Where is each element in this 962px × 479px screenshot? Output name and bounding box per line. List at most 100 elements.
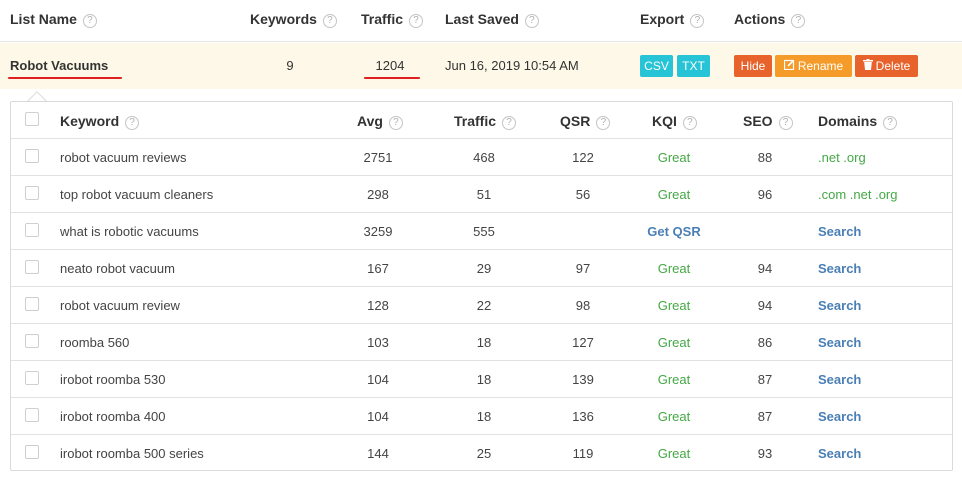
question-circle-icon[interactable]: ? — [322, 14, 337, 28]
row-seo: 88 — [757, 150, 773, 165]
question-circle-icon[interactable]: ? — [125, 116, 140, 130]
select-all-checkbox[interactable] — [25, 112, 39, 126]
question-circle-icon[interactable]: ? — [883, 116, 898, 130]
domains-search-link[interactable]: Search — [818, 335, 861, 350]
delete-button[interactable]: Delete — [855, 55, 918, 77]
domains-search-link[interactable]: Search — [818, 224, 861, 239]
col-traffic-label: Traffic — [454, 113, 497, 129]
keyword-list-row[interactable]: Robot Vacuums 9 1204 Jun 16, 2019 10:54 … — [0, 43, 962, 89]
domains-search-link[interactable]: Search — [818, 409, 861, 424]
question-circle-icon[interactable]: ? — [682, 116, 697, 130]
row-keyword: irobot roomba 400 — [60, 409, 166, 424]
question-circle-icon[interactable]: ? — [524, 14, 539, 28]
row-avg: 104 — [367, 372, 389, 387]
question-circle-icon[interactable]: ? — [502, 116, 517, 130]
list-keyword-count: 9 — [286, 58, 294, 73]
domains-search-link[interactable]: Search — [818, 446, 861, 461]
export-csv-button[interactable]: CSV — [640, 55, 673, 77]
domains-search-link[interactable]: Search — [818, 298, 861, 313]
row-seo: 86 — [757, 335, 773, 350]
table-row[interactable]: irobot roomba 500 series 144 25 119 Great 93 S… — [11, 435, 952, 472]
row-checkbox[interactable] — [25, 334, 39, 348]
trash-icon — [862, 56, 873, 78]
header-list-name: List Name? — [10, 11, 97, 28]
row-qsr: 136 — [572, 409, 594, 424]
col-seo-label: SEO — [743, 113, 773, 129]
col-keyword: Keyword? — [60, 113, 140, 130]
row-traffic: 25 — [476, 446, 492, 461]
col-domains-label: Domains — [818, 113, 878, 129]
list-name-underline — [8, 77, 122, 79]
domains-search-link[interactable]: Search — [818, 372, 861, 387]
row-qsr: 139 — [572, 372, 594, 387]
table-row[interactable]: neato robot vacuum 167 29 97 Great 94 Search — [11, 250, 952, 287]
header-actions: Actions? — [734, 11, 806, 28]
list-last-saved: Jun 16, 2019 10:54 AM — [445, 58, 579, 73]
row-avg: 167 — [367, 261, 389, 276]
row-kqi: Great — [657, 335, 691, 350]
table-row[interactable]: robot vacuum reviews 2751 468 122 Great 88 .ne… — [11, 139, 952, 176]
row-checkbox[interactable] — [25, 408, 39, 422]
question-circle-icon[interactable]: ? — [82, 14, 97, 28]
traffic-underline — [364, 77, 420, 79]
col-qsr: QSR? — [560, 113, 611, 130]
col-traffic: Traffic? — [454, 113, 517, 130]
get-qsr-link[interactable]: Get QSR — [647, 224, 700, 239]
table-row[interactable]: irobot roomba 530 104 18 139 Great 87 Search — [11, 361, 952, 398]
table-row[interactable]: roomba 560 103 18 127 Great 86 Search — [11, 324, 952, 361]
row-avg: 103 — [367, 335, 389, 350]
question-circle-icon[interactable]: ? — [778, 116, 793, 130]
question-circle-icon[interactable]: ? — [596, 116, 611, 130]
col-qsr-label: QSR — [560, 113, 591, 129]
table-row[interactable]: top robot vacuum cleaners 298 51 56 Great 96.… — [11, 176, 952, 213]
row-avg: 298 — [367, 187, 389, 202]
rename-button[interactable]: Rename — [775, 55, 852, 77]
question-circle-icon[interactable]: ? — [690, 14, 705, 28]
question-circle-icon[interactable]: ? — [409, 14, 424, 28]
domains-search-link[interactable]: Search — [818, 261, 861, 276]
keywords-table-header: Keyword? Avg? Traffic? QSR? KQI? SEO? Do… — [11, 102, 952, 139]
row-checkbox[interactable] — [25, 223, 39, 237]
col-domains: Domains? — [818, 113, 898, 130]
col-keyword-label: Keyword — [60, 113, 120, 129]
row-qsr: 127 — [572, 335, 594, 350]
hide-button[interactable]: Hide — [734, 55, 772, 77]
row-keyword: irobot roomba 530 — [60, 372, 166, 387]
header-traffic: Traffic? — [361, 11, 424, 28]
question-circle-icon[interactable]: ? — [791, 14, 806, 28]
row-avg: 104 — [367, 409, 389, 424]
row-traffic: 29 — [476, 261, 492, 276]
row-traffic: 468 — [473, 150, 495, 165]
table-row[interactable]: what is robotic vacuums 3259 555 Get QSR Sea… — [11, 213, 952, 250]
table-row[interactable]: irobot roomba 400 104 18 136 Great 87 Search — [11, 398, 952, 435]
row-checkbox[interactable] — [25, 260, 39, 274]
question-circle-icon[interactable]: ? — [388, 116, 403, 130]
row-kqi: Great — [657, 446, 691, 461]
row-seo: 94 — [757, 298, 773, 313]
col-seo: SEO? — [743, 113, 793, 130]
row-checkbox[interactable] — [25, 186, 39, 200]
row-traffic: 18 — [476, 409, 492, 424]
row-qsr: 56 — [575, 187, 591, 202]
row-checkbox[interactable] — [25, 297, 39, 311]
list-name[interactable]: Robot Vacuums — [10, 58, 108, 73]
row-checkbox[interactable] — [25, 445, 39, 459]
row-keyword: robot vacuum review — [60, 298, 180, 313]
row-domains: .com .net .org — [818, 187, 898, 202]
table-row[interactable]: robot vacuum review 128 22 98 Great 94 Search — [11, 287, 952, 324]
row-kqi: Great — [657, 409, 691, 424]
header-list-name-label: List Name — [10, 11, 77, 27]
row-seo: 87 — [757, 372, 773, 387]
header-export-label: Export — [640, 11, 685, 27]
row-seo: 94 — [757, 261, 773, 276]
row-avg: 128 — [367, 298, 389, 313]
row-checkbox[interactable] — [25, 149, 39, 163]
edit-icon — [783, 56, 795, 78]
row-checkbox[interactable] — [25, 371, 39, 385]
row-seo: 93 — [757, 446, 773, 461]
row-traffic: 18 — [476, 335, 492, 350]
row-kqi: Great — [657, 298, 691, 313]
export-txt-button[interactable]: TXT — [677, 55, 710, 77]
row-kqi: Great — [657, 372, 691, 387]
row-traffic: 51 — [476, 187, 492, 202]
